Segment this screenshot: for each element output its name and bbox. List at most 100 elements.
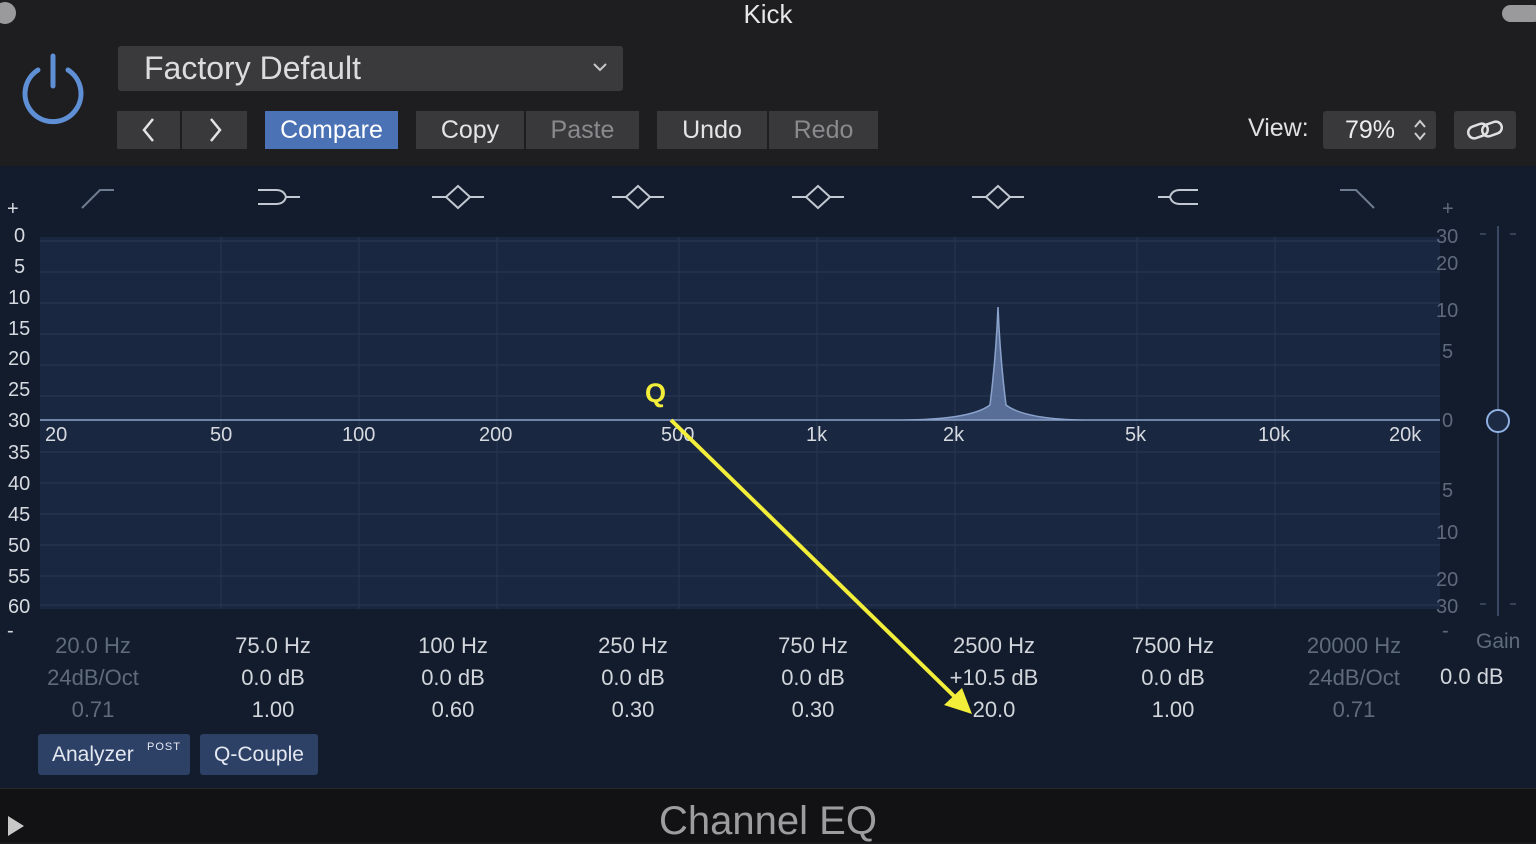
header-bar: Kick Factory Default Compare Copy Paste …	[0, 0, 1536, 166]
freq-label: 100	[342, 424, 376, 446]
power-icon[interactable]	[16, 52, 90, 126]
chevron-left-icon	[141, 118, 154, 142]
db-scale-left-label: 15	[8, 318, 31, 340]
gain-value[interactable]: 0.0 dB	[1440, 664, 1504, 690]
view-label: View:	[1248, 114, 1309, 142]
redo-button[interactable]: Redo	[769, 111, 878, 149]
band-frequency[interactable]: 250 Hz	[548, 630, 718, 662]
annotation-q-label: Q	[645, 378, 667, 408]
band-q[interactable]: 0.71	[8, 694, 178, 726]
gain-slider-handle[interactable]	[1486, 409, 1510, 433]
db-scale-right-label: -	[1442, 620, 1449, 642]
band-frequency[interactable]: 20000 Hz	[1269, 630, 1439, 662]
link-button[interactable]	[1454, 111, 1516, 149]
band-gain[interactable]: +10.5 dB	[909, 662, 1079, 694]
db-scale-left-label: 60	[8, 596, 31, 618]
compare-button[interactable]: Compare	[265, 111, 398, 149]
db-scale-right-label: 30	[1436, 226, 1459, 248]
high-shelf-icon[interactable]	[1148, 180, 1208, 214]
band-gain[interactable]: 0.0 dB	[728, 662, 898, 694]
db-scale-right-label: 10	[1436, 300, 1459, 322]
band-q[interactable]: 0.30	[548, 694, 718, 726]
window-title: Kick	[743, 0, 793, 29]
band-1-params[interactable]: 20.0 Hz 24dB/Oct 0.71	[8, 630, 178, 726]
chevron-right-icon	[209, 118, 222, 142]
band-6-params[interactable]: 2500 Hz +10.5 dB 20.0	[909, 630, 1079, 726]
db-scale-right-label: 20	[1436, 569, 1459, 591]
band-q[interactable]: 1.00	[1088, 694, 1258, 726]
band-q[interactable]: 20.0	[909, 694, 1079, 726]
db-scale-right-label: 5	[1442, 480, 1454, 502]
previous-preset-button[interactable]	[117, 111, 180, 149]
analyzer-post-tag[interactable]: POST	[147, 727, 181, 768]
footer-bar: Channel EQ	[0, 788, 1536, 843]
paste-button[interactable]: Paste	[526, 111, 639, 149]
band-slope[interactable]: 24dB/Oct	[8, 662, 178, 694]
band-frequency[interactable]: 20.0 Hz	[8, 630, 178, 662]
band-2-params[interactable]: 75.0 Hz 0.0 dB 1.00	[188, 630, 358, 726]
db-scale-left-label: 25	[8, 379, 31, 401]
db-scale-left-label: +	[7, 198, 19, 220]
copy-button[interactable]: Copy	[416, 111, 524, 149]
bell-band-icon[interactable]	[968, 180, 1028, 214]
db-scale-right-label: 5	[1442, 341, 1454, 363]
band-5-params[interactable]: 750 Hz 0.0 dB 0.30	[728, 630, 898, 726]
band-gain[interactable]: 0.0 dB	[368, 662, 538, 694]
db-scale-right-label: 0	[1442, 410, 1454, 432]
band-4-params[interactable]: 250 Hz 0.0 dB 0.30	[548, 630, 718, 726]
db-scale-left-label: 35	[8, 442, 31, 464]
db-scale-right-label: +	[1442, 198, 1454, 220]
freq-label: 200	[479, 424, 513, 446]
band-7-params[interactable]: 7500 Hz 0.0 dB 1.00	[1088, 630, 1258, 726]
db-scale-right-label: 20	[1436, 253, 1459, 275]
band-gain[interactable]: 0.0 dB	[188, 662, 358, 694]
freq-label: 2k	[943, 424, 965, 446]
preset-name: Factory Default	[144, 50, 361, 86]
low-shelf-icon[interactable]	[248, 180, 308, 214]
band-q[interactable]: 1.00	[188, 694, 358, 726]
band-gain[interactable]: 0.0 dB	[1088, 662, 1258, 694]
high-cut-icon[interactable]	[1328, 180, 1388, 214]
db-scale-left-label: 50	[8, 535, 31, 557]
bell-band-icon[interactable]	[788, 180, 848, 214]
eq-graph[interactable]	[40, 237, 1440, 609]
link-icon	[1466, 120, 1504, 140]
gain-label: Gain	[1476, 630, 1521, 653]
freq-label: 500	[661, 424, 695, 446]
view-zoom-value: 79%	[1345, 116, 1396, 144]
up-down-arrows-icon	[1414, 119, 1426, 141]
preset-dropdown[interactable]: Factory Default	[118, 46, 623, 91]
chevron-down-icon	[593, 63, 607, 72]
band-frequency[interactable]: 100 Hz	[368, 630, 538, 662]
bell-band-icon[interactable]	[428, 180, 488, 214]
band-8-params[interactable]: 20000 Hz 24dB/Oct 0.71	[1269, 630, 1439, 726]
band-3-params[interactable]: 100 Hz 0.0 dB 0.60	[368, 630, 538, 726]
undo-button[interactable]: Undo	[657, 111, 767, 149]
db-scale-left-label: 0	[14, 225, 26, 247]
eq-grid	[40, 237, 1440, 609]
plugin-name: Channel EQ	[659, 799, 877, 843]
band-gain[interactable]: 0.0 dB	[548, 662, 718, 694]
band-q[interactable]: 0.60	[368, 694, 538, 726]
freq-label: 1k	[806, 424, 828, 446]
q-couple-button[interactable]: Q-Couple	[200, 734, 318, 775]
band-slope[interactable]: 24dB/Oct	[1269, 662, 1439, 694]
db-scale-left-label: 10	[8, 287, 31, 309]
freq-label: 10k	[1258, 424, 1291, 446]
analyzer-button[interactable]: Analyzer POST	[38, 734, 190, 775]
view-zoom-stepper[interactable]: 79%	[1323, 111, 1436, 149]
band-frequency[interactable]: 750 Hz	[728, 630, 898, 662]
band-frequency[interactable]: 2500 Hz	[909, 630, 1079, 662]
db-scale-left-label: 20	[8, 348, 31, 370]
next-preset-button[interactable]	[182, 111, 247, 149]
low-cut-icon[interactable]	[68, 180, 128, 214]
bell-band-icon[interactable]	[608, 180, 668, 214]
band-q[interactable]: 0.30	[728, 694, 898, 726]
band-frequency[interactable]: 75.0 Hz	[188, 630, 358, 662]
play-icon[interactable]	[8, 816, 24, 836]
db-scale-left-label: 45	[8, 504, 31, 526]
band-frequency[interactable]: 7500 Hz	[1088, 630, 1258, 662]
db-scale-left-label: 40	[8, 473, 31, 495]
eq-curve	[40, 306, 1440, 421]
band-q[interactable]: 0.71	[1269, 694, 1439, 726]
